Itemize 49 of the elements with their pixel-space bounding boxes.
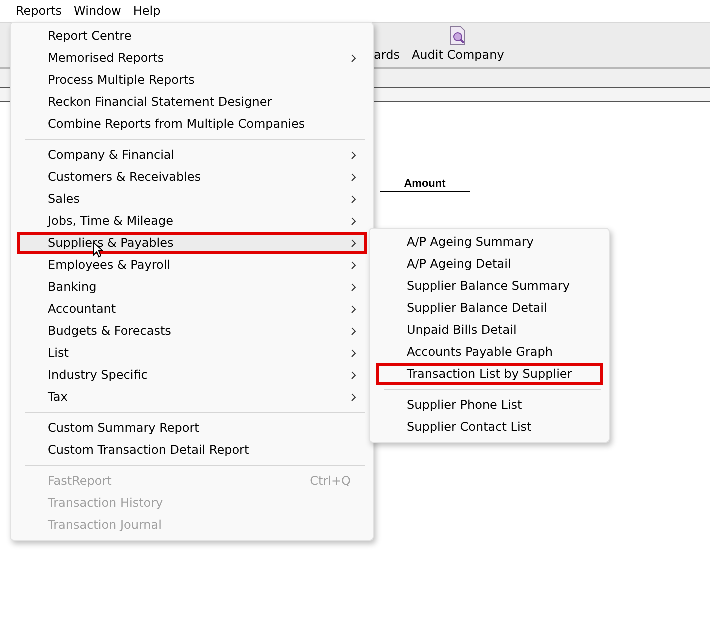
column-header: Amount [380, 178, 470, 192]
menu-item[interactable]: Custom Summary Report [17, 417, 367, 439]
menu-title[interactable]: Help [127, 1, 167, 21]
menu-item[interactable]: Combine Reports from Multiple Companies [17, 113, 367, 135]
menu-item[interactable]: Customers & Receivables [17, 166, 367, 188]
chevron-icon [351, 304, 357, 314]
menu-item[interactable]: Unpaid Bills Detail [376, 319, 603, 341]
menu-item[interactable]: Custom Transaction Detail Report [17, 439, 367, 461]
menu-item[interactable]: Suppliers & Payables [17, 232, 367, 254]
menu-item[interactable]: Banking [17, 276, 367, 298]
menu-item[interactable]: Budgets & Forecasts [17, 320, 367, 342]
chevron-icon [351, 260, 357, 270]
menu-item[interactable]: Accountant [17, 298, 367, 320]
chevron-icon [351, 194, 357, 204]
chevron-icon [351, 370, 357, 380]
menu-item[interactable]: List [17, 342, 367, 364]
chevron-icon [351, 238, 357, 248]
menu-item[interactable]: Tax [17, 386, 367, 408]
menu-item[interactable]: Industry Specific [17, 364, 367, 386]
menu-item[interactable]: A/P Ageing Summary [376, 231, 603, 253]
chevron-icon [351, 392, 357, 402]
menu-item[interactable]: Jobs, Time & Mileage [17, 210, 367, 232]
chevron-icon [351, 216, 357, 226]
menu-item[interactable]: Transaction List by Supplier [376, 363, 603, 385]
menu-item[interactable]: Supplier Phone List [376, 394, 603, 416]
menu-item[interactable]: Memorised Reports [17, 47, 367, 69]
menu-item[interactable]: A/P Ageing Detail [376, 253, 603, 275]
menu-item[interactable]: Process Multiple Reports [17, 69, 367, 91]
menu-item[interactable]: Supplier Balance Detail [376, 297, 603, 319]
menu-item[interactable]: Employees & Payroll [17, 254, 367, 276]
menu-item[interactable]: Report Centre [17, 25, 367, 47]
chevron-icon [351, 172, 357, 182]
chevron-icon [351, 348, 357, 358]
toolbar-button[interactable]: Audit Company [410, 26, 506, 67]
menu-item[interactable]: Supplier Contact List [376, 416, 603, 438]
menu-item[interactable]: Supplier Balance Summary [376, 275, 603, 297]
toolbar-button[interactable]: ards [372, 48, 402, 67]
menu-item[interactable]: Sales [17, 188, 367, 210]
shortcut-text: Ctrl+Q [310, 474, 351, 488]
chevron-icon [351, 326, 357, 336]
chevron-icon [351, 282, 357, 292]
document-magnifier-icon [449, 26, 468, 46]
menu-item[interactable]: Company & Financial [17, 144, 367, 166]
menu-item[interactable]: Accounts Payable Graph [376, 341, 603, 363]
chevron-icon [351, 150, 357, 160]
menu-title[interactable]: Reports [10, 1, 68, 21]
menu-title[interactable]: Window [68, 1, 128, 21]
menu-item[interactable]: Reckon Financial Statement Designer [17, 91, 367, 113]
chevron-icon [351, 54, 357, 62]
